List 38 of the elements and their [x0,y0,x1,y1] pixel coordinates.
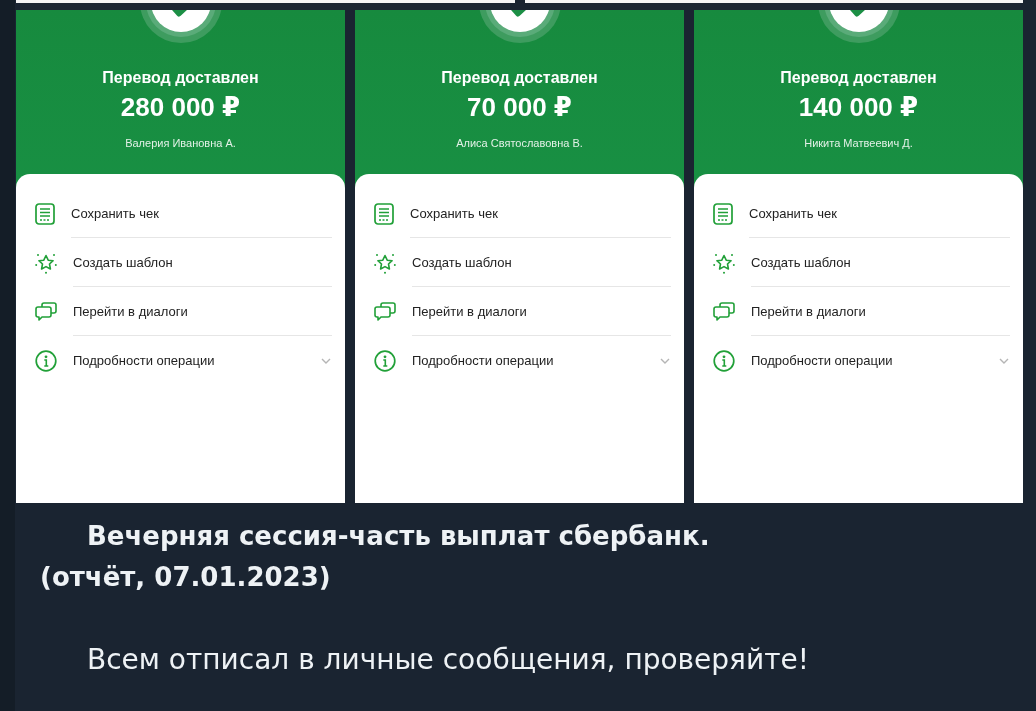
action-item[interactable]: Сохранить чек [694,189,1023,238]
action-item[interactable]: Перейти в диалоги [694,287,1023,336]
recipient-name: Никита Матвеевич Д. [804,136,913,150]
info-icon [35,349,57,372]
status-title: Перевод доставлен [780,68,937,88]
action-item[interactable]: Создать шаблон [355,238,684,287]
status-title: Перевод доставлен [102,68,259,88]
receipt-icon [713,202,733,225]
chat-bubbles-icon [35,301,57,322]
chat-bubbles-icon [374,301,396,322]
action-item[interactable]: Перейти в диалоги [16,287,345,336]
action-item[interactable]: Создать шаблон [694,238,1023,287]
chat-bubbles-icon [713,301,735,322]
info-icon [713,349,735,372]
recipient-name: Валерия Ивановна А. [125,136,236,150]
star-icon [713,251,735,274]
caption-heading: Вечерняя сессия-часть выплат сбербанк. (отчёт, 07.01.2023) [40,520,711,594]
caption-text: Всем отписал в личные сообщения, проверяйте! [86,642,810,678]
star-icon [35,251,57,274]
amount: 280 000 ₽ [120,91,241,123]
action-item[interactable]: Перейти в диалоги [355,287,684,336]
check-badge-icon [816,10,901,44]
action-item[interactable]: Подробности операции [694,336,1023,385]
action-item[interactable]: Подробности операции [355,336,684,385]
receipt-icon [35,202,55,225]
action-item[interactable]: Сохранить чек [355,189,684,238]
check-badge-icon [477,10,562,44]
info-icon [374,349,396,372]
status-title: Перевод доставлен [441,68,598,88]
check-badge-icon [138,10,223,44]
receipt-icon [374,202,394,225]
action-item[interactable]: Подробности операции [16,336,345,385]
action-item[interactable]: Сохранить чек [16,189,345,238]
recipient-name: Алиса Святославовна В. [456,136,583,150]
amount: 70 000 ₽ [467,91,572,123]
star-icon [374,251,396,274]
action-item[interactable]: Создать шаблон [16,238,345,287]
amount: 140 000 ₽ [798,91,919,123]
